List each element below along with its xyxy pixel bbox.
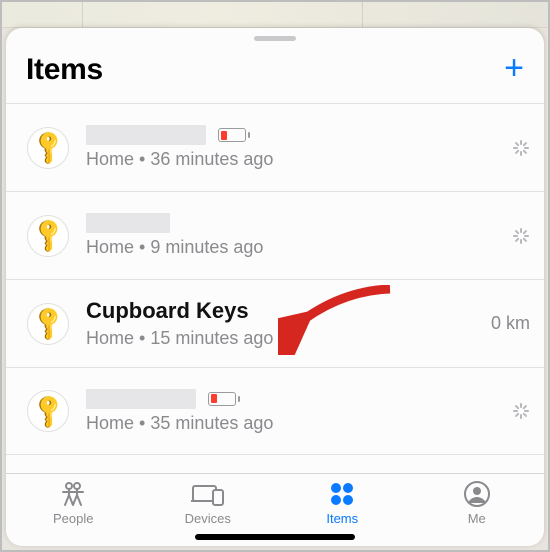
- battery-low-icon: [218, 128, 250, 142]
- item-text: Home • 36 minutes ago: [86, 125, 476, 170]
- add-item-button[interactable]: +: [504, 51, 524, 89]
- item-name-redacted: [86, 125, 206, 145]
- item-icon-col: 🔑: [24, 215, 72, 257]
- page-title: Items: [26, 53, 103, 87]
- item-text: Home • 35 minutes ago: [86, 389, 476, 434]
- item-status: Home • 35 minutes ago: [86, 413, 476, 434]
- home-indicator[interactable]: [195, 534, 355, 540]
- key-icon: 🔑: [27, 390, 69, 432]
- loading-spinner-icon: [512, 227, 530, 245]
- items-list: 🔑 Home • 36 minutes ago: [6, 103, 544, 473]
- item-row-cupboard-keys[interactable]: 🔑 Cupboard Keys Home • 15 minutes ago 0 …: [6, 279, 544, 367]
- tab-items[interactable]: Items: [275, 480, 410, 526]
- item-row[interactable]: 🔑 Home • 35 minutes ago: [6, 367, 544, 455]
- item-icon-col: 🔑: [24, 127, 72, 169]
- items-sheet: Items + 🔑 Home • 36 minutes ago: [6, 28, 544, 546]
- battery-low-icon: [208, 392, 240, 406]
- tab-devices[interactable]: Devices: [141, 480, 276, 526]
- item-right: [476, 227, 530, 245]
- tab-label: Items: [326, 511, 358, 526]
- item-name-redacted: [86, 389, 196, 409]
- tab-bar: People Devices Items Me: [6, 473, 544, 528]
- item-text: Cupboard Keys Home • 15 minutes ago: [86, 298, 476, 349]
- loading-spinner-icon: [512, 139, 530, 157]
- tab-people[interactable]: People: [6, 480, 141, 526]
- item-status: Home • 36 minutes ago: [86, 149, 476, 170]
- item-name-redacted: [86, 213, 170, 233]
- item-text: Home • 9 minutes ago: [86, 213, 476, 258]
- item-distance: 0 km: [476, 313, 530, 334]
- sheet-grabber[interactable]: [254, 36, 296, 41]
- sheet-header: Items +: [6, 47, 544, 103]
- app-frame: Items + 🔑 Home • 36 minutes ago: [0, 0, 550, 552]
- item-name: Cupboard Keys: [86, 298, 249, 324]
- item-status: Home • 15 minutes ago: [86, 328, 476, 349]
- items-icon: [329, 480, 355, 508]
- key-icon: 🔑: [27, 303, 69, 345]
- tab-label: People: [53, 511, 93, 526]
- item-right: [476, 139, 530, 157]
- item-row[interactable]: 🔑 Home • 9 minutes ago: [6, 191, 544, 279]
- tab-label: Me: [468, 511, 486, 526]
- item-right: [476, 402, 530, 420]
- devices-icon: [191, 480, 225, 508]
- item-row[interactable]: 🔑 Home • 36 minutes ago: [6, 103, 544, 191]
- loading-spinner-icon: [512, 402, 530, 420]
- people-icon: [58, 480, 88, 508]
- me-icon: [464, 480, 490, 508]
- key-icon: 🔑: [27, 215, 69, 257]
- map-background: [2, 2, 548, 28]
- item-icon-col: 🔑: [24, 303, 72, 345]
- item-icon-col: 🔑: [24, 390, 72, 432]
- tab-label: Devices: [185, 511, 231, 526]
- item-status: Home • 9 minutes ago: [86, 237, 476, 258]
- tab-me[interactable]: Me: [410, 480, 545, 526]
- key-icon: 🔑: [27, 127, 69, 169]
